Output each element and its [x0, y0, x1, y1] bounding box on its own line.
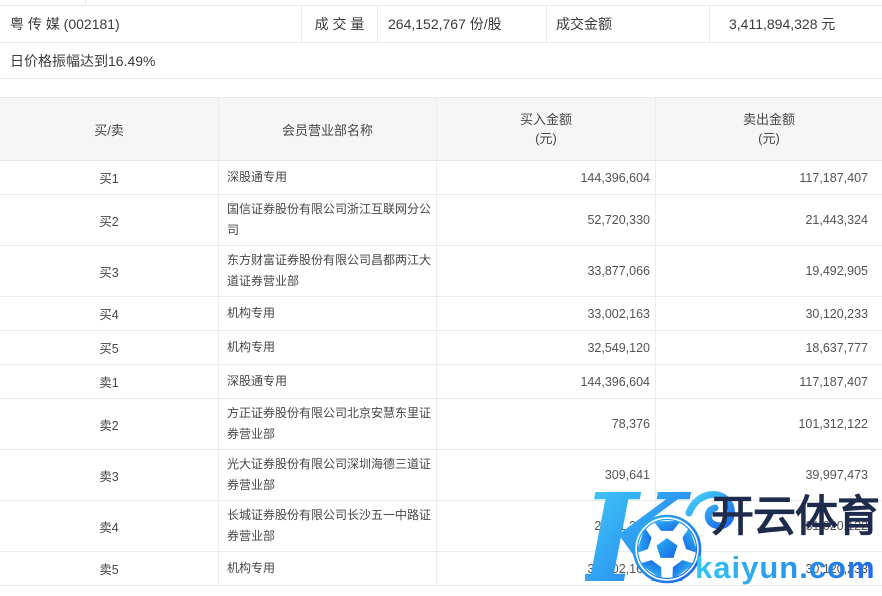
table-row: 买5 机构专用 32,549,120 18,637,777 — [0, 331, 882, 365]
table-row: 卖5 机构专用 33,002,163 30,120,233 — [0, 552, 882, 586]
sell-amount-cell: 30,120,233 — [656, 552, 882, 585]
header-sell-amount: 卖出金额 (元) — [656, 98, 882, 160]
branch-name-cell: 长城证券股份有限公司长沙五一中路证券营业部 — [219, 501, 437, 551]
volume-value: 264,152,767 份/股 — [378, 6, 547, 42]
amount-label: 成交金额 — [547, 6, 710, 42]
rank-cell: 买5 — [0, 331, 219, 364]
branch-name-cell: 深股通专用 — [219, 161, 437, 194]
sell-amount-cell: 31,020,122 — [656, 501, 882, 551]
branch-name-cell: 机构专用 — [219, 331, 437, 364]
header-buy-amount-line2: (元) — [520, 129, 572, 148]
rank-cell: 卖2 — [0, 399, 219, 449]
table-row: 买1 深股通专用 144,396,604 117,187,407 — [0, 161, 882, 195]
branch-name-cell: 方正证券股份有限公司北京安慧东里证券营业部 — [219, 399, 437, 449]
divider — [85, 0, 86, 5]
stock-summary-section: 粤 传 媒 (002181) 成 交 量 264,152,767 份/股 成交金… — [0, 0, 882, 79]
broker-seats-table: 买/卖 会员营业部名称 买入金额 (元) 卖出金额 (元) 买1 深股通专用 1… — [0, 97, 882, 586]
sell-amount-cell: 18,637,777 — [656, 331, 882, 364]
rank-cell: 卖4 — [0, 501, 219, 551]
table-body: 买1 深股通专用 144,396,604 117,187,407 买2 国信证券… — [0, 161, 882, 586]
header-sell-amount-line2: (元) — [743, 129, 795, 148]
buy-amount-cell: 309,641 — [437, 450, 656, 500]
header-sell-amount-line1: 卖出金额 — [743, 110, 795, 129]
branch-name-cell: 光大证券股份有限公司深圳海德三道证券营业部 — [219, 450, 437, 500]
buy-amount-cell: 33,002,163 — [437, 552, 656, 585]
table-row: 卖2 方正证券股份有限公司北京安慧东里证券营业部 78,376 101,312,… — [0, 399, 882, 450]
buy-amount-cell: 32,549,120 — [437, 331, 656, 364]
buy-amount-cell: 144,396,604 — [437, 365, 656, 398]
buy-amount-cell: 78,376 — [437, 399, 656, 449]
amount-value: 3,411,894,328 元 — [710, 6, 882, 42]
buy-amount-cell: 52,720,330 — [437, 195, 656, 245]
branch-name-cell: 东方财富证券股份有限公司昌都两江大道证券营业部 — [219, 246, 437, 296]
header-rank: 买/卖 — [0, 98, 219, 160]
rank-cell: 买1 — [0, 161, 219, 194]
buy-amount-cell: 33,002,163 — [437, 297, 656, 330]
branch-name-cell: 机构专用 — [219, 552, 437, 585]
rank-cell: 卖3 — [0, 450, 219, 500]
header-branch-name: 会员营业部名称 — [219, 98, 437, 160]
rank-cell: 买2 — [0, 195, 219, 245]
buy-amount-cell: 2,471,253 — [437, 501, 656, 551]
table-row: 卖4 长城证券股份有限公司长沙五一中路证券营业部 2,471,253 31,02… — [0, 501, 882, 552]
stock-title: 粤 传 媒 (002181) — [0, 6, 302, 42]
table-row: 买4 机构专用 33,002,163 30,120,233 — [0, 297, 882, 331]
branch-name-cell: 国信证券股份有限公司浙江互联网分公司 — [219, 195, 437, 245]
sell-amount-cell: 117,187,407 — [656, 365, 882, 398]
rank-cell: 买4 — [0, 297, 219, 330]
stock-summary-row: 粤 传 媒 (002181) 成 交 量 264,152,767 份/股 成交金… — [0, 6, 882, 43]
sell-amount-cell: 101,312,122 — [656, 399, 882, 449]
price-amplitude-notice: 日价格振幅达到16.49% — [0, 43, 882, 79]
table-row: 卖1 深股通专用 144,396,604 117,187,407 — [0, 365, 882, 399]
rank-cell: 卖1 — [0, 365, 219, 398]
sell-amount-cell: 39,997,473 — [656, 450, 882, 500]
table-row: 卖3 光大证券股份有限公司深圳海德三道证券营业部 309,641 39,997,… — [0, 450, 882, 501]
branch-name-cell: 机构专用 — [219, 297, 437, 330]
volume-label: 成 交 量 — [302, 6, 378, 42]
cropped-row-above — [0, 0, 882, 6]
header-buy-amount: 买入金额 (元) — [437, 98, 656, 160]
buy-amount-cell: 144,396,604 — [437, 161, 656, 194]
rank-cell: 卖5 — [0, 552, 219, 585]
table-row: 买3 东方财富证券股份有限公司昌都两江大道证券营业部 33,877,066 19… — [0, 246, 882, 297]
branch-name-cell: 深股通专用 — [219, 365, 437, 398]
sell-amount-cell: 19,492,905 — [656, 246, 882, 296]
sell-amount-cell: 117,187,407 — [656, 161, 882, 194]
sell-amount-cell: 21,443,324 — [656, 195, 882, 245]
header-buy-amount-line1: 买入金额 — [520, 110, 572, 129]
stock-lhb-page: 粤 传 媒 (002181) 成 交 量 264,152,767 份/股 成交金… — [0, 0, 882, 596]
table-row: 买2 国信证券股份有限公司浙江互联网分公司 52,720,330 21,443,… — [0, 195, 882, 246]
buy-amount-cell: 33,877,066 — [437, 246, 656, 296]
table-header-row: 买/卖 会员营业部名称 买入金额 (元) 卖出金额 (元) — [0, 98, 882, 161]
rank-cell: 买3 — [0, 246, 219, 296]
sell-amount-cell: 30,120,233 — [656, 297, 882, 330]
